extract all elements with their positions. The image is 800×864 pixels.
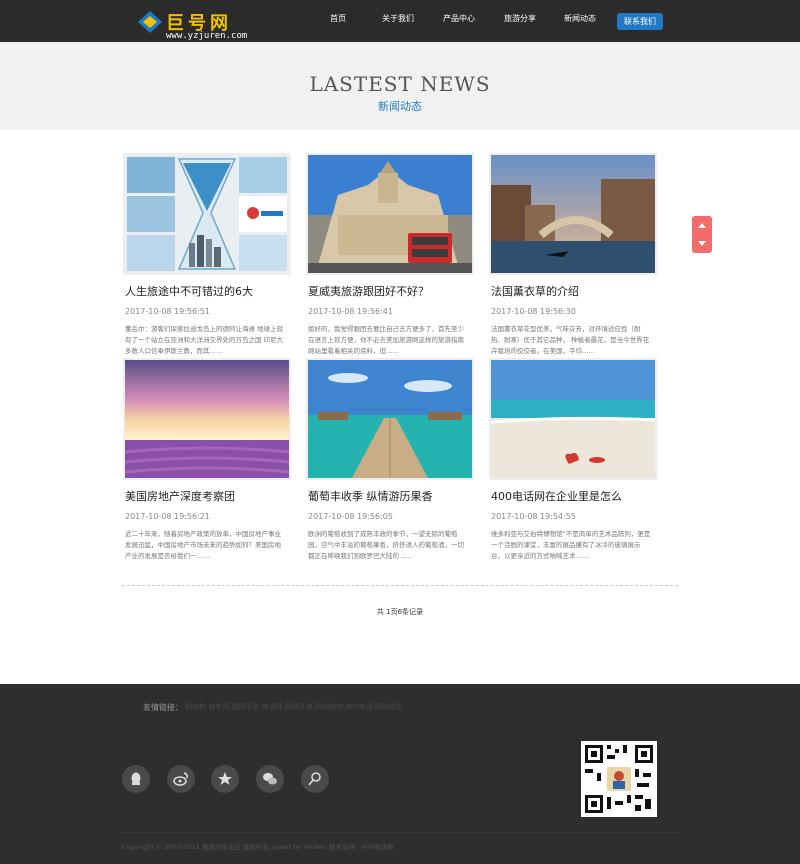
news-excerpt: 近二十年来，随着房地产政策的放革，中国房地产事业发展迅猛，中国房地产市场未来的趋… [125,530,281,560]
news-excerpt: 法国薰衣草花型优美，气味芬芳，对环境适应性（耐热、耐寒）优于其它品种， 种植者最… [491,325,650,355]
news-thumbnail[interactable] [489,358,657,480]
nav-about[interactable]: 关于我们 [382,13,414,24]
news-title[interactable]: 人生旅途中不可错过的6大 [125,283,253,299]
news-thumbnail[interactable] [123,358,291,480]
side-scroll-tab [692,216,712,253]
banner-subtitle: 新闻动态 [378,100,422,113]
weibo-icon[interactable] [167,765,195,793]
news-excerpt: 维多利亚与艾伯特博物馆”不是简单的艺术品陈列，更是一个活脱的课堂，丰富的展品攫有… [491,530,651,560]
main-nav: 首页 关于我们 产品中心 旅游分享 新闻动态 [0,13,800,31]
site-footer: 友情链接： 钢结构 自考网 建网平台 电话网 网站开发 网站制作 400电话 网… [0,684,800,864]
news-thumbnail[interactable] [123,153,291,275]
news-thumbnail[interactable] [306,358,474,480]
search-icon[interactable] [301,765,329,793]
content-divider [122,585,678,586]
star-icon[interactable] [211,765,239,793]
news-date: 2017-10-08 19:56:30 [491,307,576,316]
banner-title: LASTEST NEWS [309,72,491,96]
nav-travel[interactable]: 旅游分享 [504,13,536,24]
qr-code [581,741,657,817]
wechat-icon[interactable] [256,765,284,793]
site-header: 巨号网 www.yzjuren.com 首页 关于我们 产品中心 旅游分享 新闻… [0,0,800,42]
news-date: 2017-10-08 19:56:41 [308,307,393,316]
page-banner: LASTEST NEWS 新闻动态 [0,42,800,130]
news-excerpt: 欧洲的葡萄收到了成熟丰收的季节，一望无际的葡萄园，空气中丰溢的葡萄果香，挤挤诱人… [308,530,464,560]
nav-home[interactable]: 首页 [330,13,346,24]
news-title[interactable]: 葡萄丰收季 纵情游历果香 [308,488,433,504]
news-date: 2017-10-08 19:56:51 [125,307,210,316]
friend-links-label: 友情链接： [143,703,183,712]
news-title[interactable]: 夏威夷旅游跟团好不好？ [308,283,429,299]
news-title[interactable]: 法国薰衣草的介绍 [491,283,579,299]
news-date: 2017-10-08 19:56:05 [308,512,393,521]
news-title[interactable]: 美国房地产深度考察团 [125,488,235,504]
friend-links[interactable]: 钢结构 自考网 建网平台 电话网 网站开发 网站制作 400电话 网站建设 [185,702,403,712]
copyright-text: Copyright © 2002-2011 旅游分享企业 版权所有 power … [122,843,394,851]
news-date: 2017-10-08 19:54:55 [491,512,576,521]
nav-news[interactable]: 新闻动态 [564,13,596,24]
nav-contact-button[interactable]: 联系我们 [617,13,663,30]
nav-products[interactable]: 产品中心 [443,13,475,24]
news-excerpt: 姐好的，我觉得跟团去要比自己去方便多了，首先至少在语言上就方便，你不必去美加旅游… [308,325,464,355]
news-title[interactable]: 400电话网在企业里是怎么 [491,488,622,504]
qq-icon[interactable] [122,765,150,793]
pagination: 共 1页6条记录 [376,608,424,616]
footer-divider [122,832,678,833]
logo-url: www.yzjuren.com [166,31,248,41]
news-excerpt: 董岳尔：游客们探索拉迪戈岛上的德阿让海滩 地球上就有了一个站立在亚洲和大洋洲交界… [125,325,284,355]
scroll-down-icon[interactable] [698,241,706,246]
news-thumbnail[interactable] [489,153,657,275]
news-thumbnail[interactable] [306,153,474,275]
news-date: 2017-10-08 19:56:21 [125,512,210,521]
scroll-up-icon[interactable] [698,223,706,228]
